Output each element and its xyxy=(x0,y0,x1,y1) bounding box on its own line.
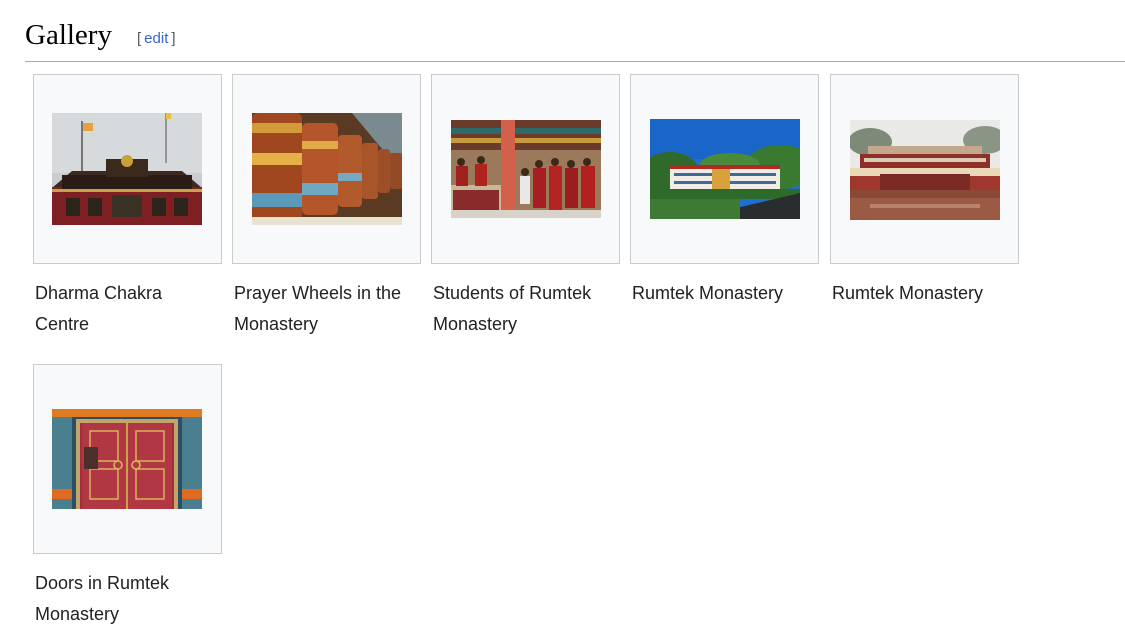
gallery-caption: Students of Rumtek Monastery xyxy=(433,283,592,334)
thumbnail-frame[interactable] xyxy=(431,74,620,264)
thumbnail-frame[interactable] xyxy=(232,74,421,264)
edit-bracket-close: ] xyxy=(171,30,176,47)
gallery-item: Prayer Wheels in the Monastery xyxy=(232,74,421,340)
doors-image[interactable] xyxy=(52,409,202,509)
gallery-item: Rumtek Monastery xyxy=(830,74,1019,309)
gallery-caption: Dharma Chakra Centre xyxy=(35,283,163,334)
thumbnail-frame[interactable] xyxy=(630,74,819,264)
gallery-caption: Rumtek Monastery xyxy=(832,283,984,303)
thumbnail-frame[interactable] xyxy=(33,364,222,554)
gallery-caption: Prayer Wheels in the Monastery xyxy=(234,283,402,334)
gallery-item: Doors in Rumtek Monastery xyxy=(33,364,222,630)
edit-bracket-open: [ xyxy=(137,30,142,47)
gallery-item: Rumtek Monastery xyxy=(630,74,819,309)
rumtek-monastery-image[interactable] xyxy=(850,120,1000,220)
gallery-caption: Rumtek Monastery xyxy=(632,283,784,303)
edit-link[interactable]: edit xyxy=(144,30,168,47)
thumbnail-frame[interactable] xyxy=(830,74,1019,264)
edit-section: [edit] xyxy=(137,30,176,48)
section-heading: Gallery [edit] xyxy=(25,14,1125,62)
gallery-item: Students of Rumtek Monastery xyxy=(431,74,620,340)
thumbnail-frame[interactable] xyxy=(33,74,222,264)
students-image[interactable] xyxy=(451,120,601,218)
dharma-chakra-centre-image[interactable] xyxy=(52,113,202,225)
rumtek-monastery-image[interactable] xyxy=(650,119,800,219)
gallery-item: Dharma Chakra Centre xyxy=(33,74,222,340)
prayer-wheels-image[interactable] xyxy=(252,113,402,225)
section-title: Gallery xyxy=(25,19,112,51)
gallery-caption: Doors in Rumtek Monastery xyxy=(35,573,170,624)
